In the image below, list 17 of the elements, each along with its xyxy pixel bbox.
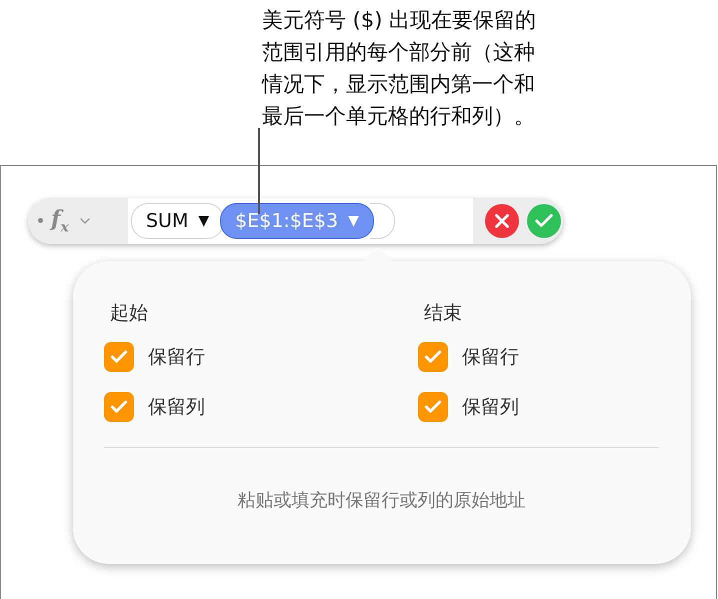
column-heading: 起始	[110, 301, 149, 326]
checkbox[interactable]	[418, 342, 448, 372]
checkbox-label: 保留行	[462, 345, 519, 370]
checkbox[interactable]	[104, 342, 134, 372]
function-token[interactable]: SUM ▼	[131, 203, 224, 239]
accept-button[interactable]	[527, 204, 561, 238]
cancel-button[interactable]	[485, 204, 519, 238]
formula-field[interactable]: SUM ▼ $E$1:$E$3 ▼	[128, 198, 473, 244]
column-heading: 结束	[424, 301, 463, 326]
callout-text: 美元符号 ($) 出现在要保留的范围引用的每个部分前（这种情况下，显示范围内第一个和最后一个单元格的行和列）。	[262, 7, 538, 130]
checkbox-label: 保留列	[462, 395, 519, 420]
checkbox[interactable]	[104, 392, 134, 422]
checkbox-label: 保留行	[148, 345, 205, 370]
footer-text: 粘贴或填充时保留行或列的原始地址	[236, 489, 526, 512]
handle-icon[interactable]	[38, 218, 43, 224]
checkbox-label: 保留列	[148, 395, 205, 420]
checkbox[interactable]	[418, 392, 448, 422]
